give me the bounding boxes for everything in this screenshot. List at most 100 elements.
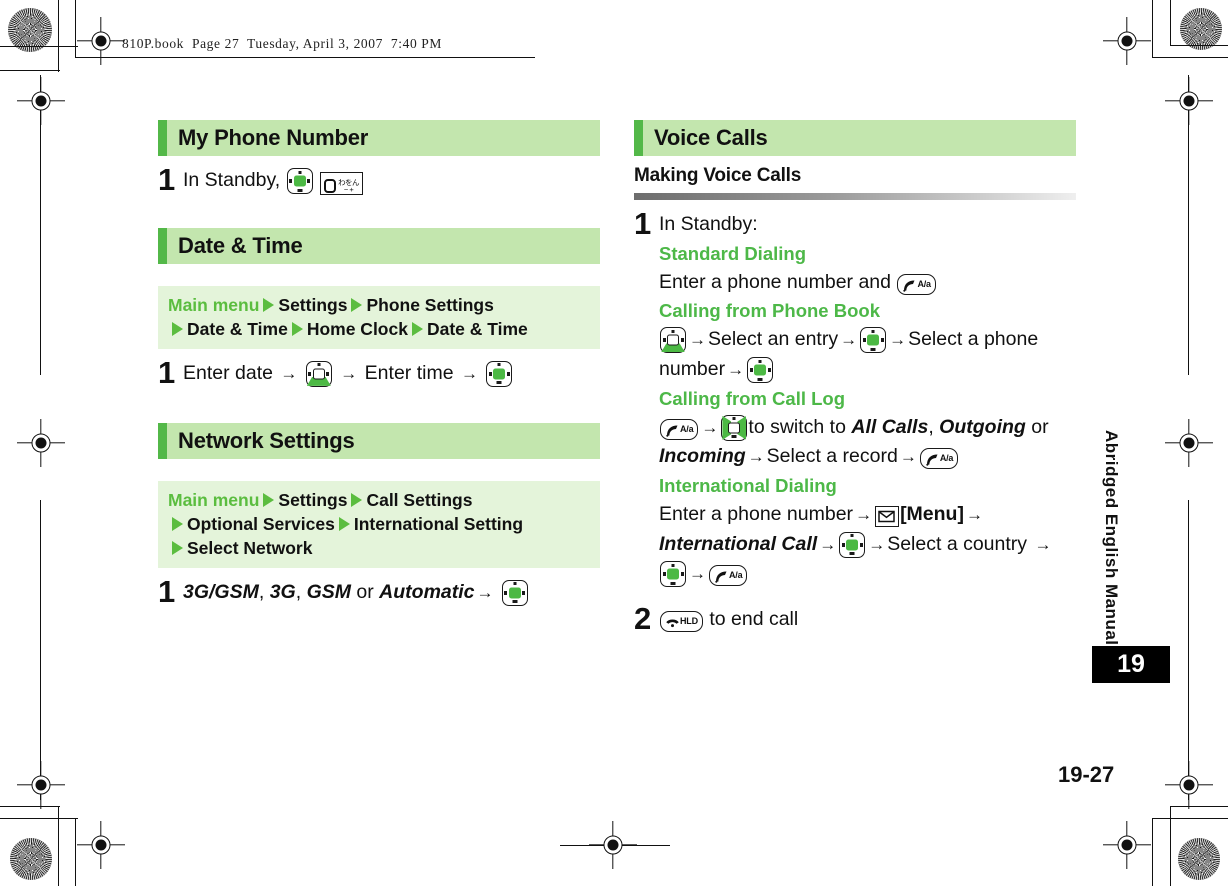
breadcrumb-item-0: Settings: [278, 489, 348, 510]
registration-mark-top-right: [1114, 28, 1140, 54]
chevron-right-icon: [263, 492, 275, 507]
subsection-heading: Making Voice Calls: [634, 165, 802, 186]
call-key-label: A/a: [729, 570, 743, 581]
trim-line-left-vertical: [40, 75, 41, 375]
section-title: Voice Calls: [654, 125, 768, 150]
banner-accent-bar: [158, 227, 167, 264]
step-voice-calls-2: 2 HLD to end call: [634, 603, 1076, 635]
arrow-icon: →: [840, 330, 858, 350]
step-text-enter-time: Enter time: [364, 361, 454, 384]
step-body: Enter date → → Enter time →: [183, 359, 600, 389]
step-number: 1: [158, 573, 176, 609]
registration-mark-left-center: [28, 430, 54, 456]
trim-corner-bottom-right-h2: [1170, 806, 1228, 807]
step-my-phone-number-1: 1 In Standby, わをん − +: [158, 162, 600, 197]
trim-corner-top-right-h2: [1170, 45, 1228, 46]
step-number: 1: [158, 354, 176, 390]
arrow-icon: →: [965, 505, 983, 525]
center-select-key-icon: [839, 531, 866, 558]
registration-mark-mid-right: [1176, 88, 1202, 114]
call-send-key-icon: A/a: [660, 418, 699, 440]
option-automatic: Automatic: [379, 580, 475, 603]
select-entry-text: Select an entry: [708, 328, 839, 351]
step-voice-calls-1: 1 In Standby: Standard Dialing Enter a p…: [634, 208, 1076, 589]
trim-corner-top-left-v2: [58, 0, 59, 72]
breadcrumb-date-time: Main menu Settings Phone Settings Date & Ti…: [158, 285, 600, 349]
chevron-right-icon: [172, 321, 183, 336]
right-column: Voice Calls Making Voice Calls 1 In Stan…: [634, 120, 1076, 635]
section-title: My Phone Number: [178, 125, 369, 150]
registration-mark-left-lower: [28, 772, 54, 798]
arrow-icon: →: [460, 363, 478, 383]
step-text: In Standby,: [183, 169, 281, 191]
key-square-glyph: [324, 179, 337, 193]
select-country-text: Select a country: [887, 532, 1028, 555]
breadcrumb-item-4: Date & Time: [426, 318, 528, 339]
arrow-icon: →: [855, 505, 873, 525]
option-3g: 3G: [269, 580, 296, 603]
breadcrumb-root: Main menu: [168, 489, 260, 510]
breadcrumb-item-1: Call Settings: [366, 489, 473, 510]
option-gsm: GSM: [306, 580, 351, 603]
value-incoming: Incoming: [659, 445, 746, 468]
call-log-instruction: A/a → to switch to All Calls, Outgoing o…: [659, 413, 1076, 472]
breadcrumb-item-3: International Setting: [353, 513, 524, 534]
step-network-settings-1: 1 3G/GSM, 3G, GSM or Automatic →: [158, 573, 600, 609]
left-column: My Phone Number 1 In Standby, わをん − + Dat…: [158, 120, 600, 608]
trim-corner-top-right-v: [1152, 0, 1153, 58]
step-number: 1: [158, 162, 176, 197]
comma-2: ,: [295, 580, 302, 603]
trim-line-top: [75, 57, 535, 58]
trim-corner-bottom-left-h2: [0, 806, 60, 807]
value-outgoing: Outgoing: [939, 415, 1026, 438]
step-text-enter-date: Enter date: [183, 361, 273, 384]
section-banner-network-settings: Network Settings: [158, 422, 600, 459]
conjunction-or: or: [356, 580, 374, 603]
value-all-calls: All Calls: [851, 415, 929, 438]
trim-line-right-vertical-2: [1188, 500, 1189, 800]
page-number: 19-27: [1058, 762, 1115, 787]
starburst-mark-bottom-right: [1178, 838, 1220, 880]
trim-corner-top-right-h: [1152, 57, 1228, 58]
call-key-label: A/a: [939, 453, 954, 464]
trim-corner-bottom-left-v2: [58, 806, 59, 886]
starburst-mark-bottom-left: [10, 838, 52, 880]
number-text: number: [659, 358, 726, 381]
registration-mark-top-left: [88, 28, 114, 54]
center-select-key-icon: [747, 357, 774, 384]
step-body: 3G/GSM, 3G, GSM or Automatic →: [183, 578, 600, 608]
arrow-icon: →: [868, 534, 886, 554]
group-heading-calling-from-call-log: Calling from Call Log: [659, 387, 846, 409]
arrow-icon: →: [689, 564, 706, 584]
banner-accent-bar: [634, 120, 643, 156]
handset-curve-glyph: [666, 425, 678, 437]
arrow-icon: →: [701, 417, 719, 437]
center-select-key-icon: [486, 360, 513, 387]
international-dialing-instruction: Enter a phone number → [Menu] → Internatio…: [659, 500, 1076, 589]
chevron-right-icon: [291, 321, 303, 336]
nav-left-right-key-icon: [721, 414, 748, 441]
center-select-key-icon: [286, 168, 313, 194]
conjunction-or: or: [1031, 415, 1049, 438]
registration-mark-bottom-left: [88, 832, 114, 858]
step-body: In Standby: Standard Dialing Enter a pho…: [659, 210, 1076, 589]
breadcrumb-item-2: Date & Time: [187, 318, 288, 339]
trim-line-left-vertical-2: [40, 500, 41, 800]
breadcrumb-item-2: Optional Services: [187, 513, 335, 534]
registration-mark-bottom-center: [600, 832, 626, 858]
center-select-key-icon: [860, 327, 887, 354]
banner-accent-bar: [158, 120, 167, 156]
section-banner-voice-calls: Voice Calls: [634, 120, 1076, 156]
manual-page: 810P.book Page 27 Tuesday, April 3, 2007…: [0, 0, 1228, 886]
breadcrumb-item-1: Phone Settings: [366, 294, 494, 315]
trim-corner-bottom-right-v2: [1170, 806, 1171, 886]
nav-down-key-icon: [305, 360, 332, 387]
chevron-right-icon: [351, 297, 363, 312]
trim-corner-bottom-right-v: [1152, 818, 1153, 886]
trim-line-right-vertical: [1188, 75, 1189, 375]
chevron-right-icon: [172, 540, 183, 555]
mail-menu-key-icon: [875, 506, 900, 528]
registration-mark-bottom-right: [1114, 832, 1140, 858]
arrow-icon: →: [280, 363, 298, 383]
breadcrumb-root: Main menu: [168, 294, 260, 315]
